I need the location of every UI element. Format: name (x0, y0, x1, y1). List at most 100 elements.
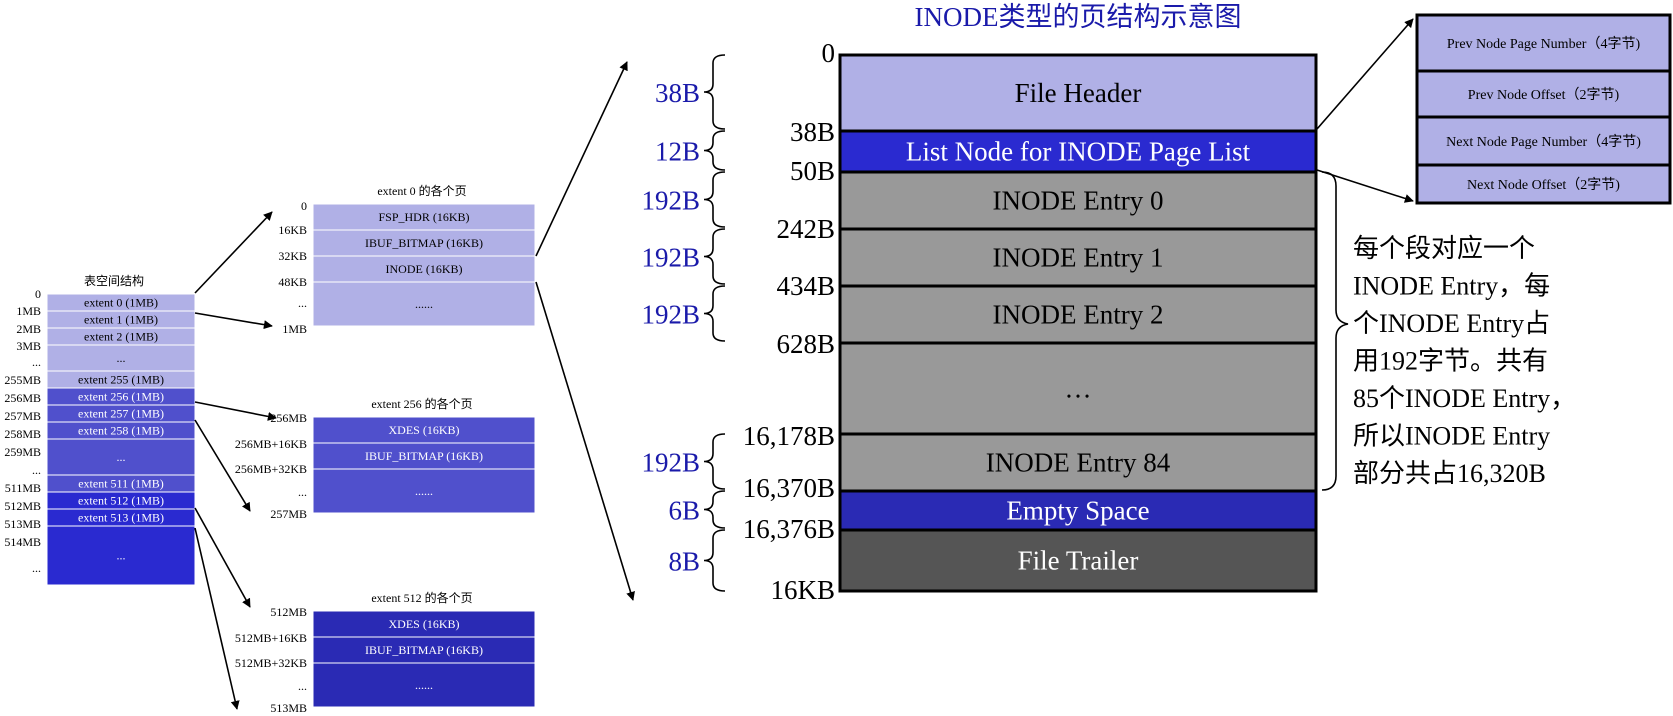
page-size-brace (703, 54, 726, 130)
arrow-inode-to-page-bottom (535, 281, 635, 601)
page-size-label: 192B (641, 243, 700, 273)
inode-entries-note: 每个段对应一个 INODE Entry，每个INODE Entry占用192字节。… (1353, 234, 1576, 488)
page-offset: 628B (776, 329, 835, 359)
page-size-brace (703, 171, 726, 228)
extent-page-label: ...... (415, 297, 433, 311)
extent-page-offset: 512MB+32KB (235, 656, 307, 670)
tablespace-row-label: extent 257 (1MB) (78, 407, 164, 421)
page-row-label: List Node for INODE Page List (906, 137, 1251, 167)
tablespace-row-label: ... (117, 351, 126, 365)
page-size-brace (703, 433, 726, 490)
page-size-label: 6B (668, 496, 700, 526)
note-line: 85个INODE Entry， (1353, 384, 1576, 413)
extent-page-label: IBUF_BITMAP (16KB) (365, 236, 483, 250)
tablespace-offset: 257MB (4, 409, 41, 423)
tablespace-offset-labels: 0 1MB 2MB 3MB... 255MB 256MB 257MB 258MB 259MB..… (4, 287, 41, 575)
extent-page-offset: 513MB (270, 701, 307, 715)
inode-page-rows: File Header List Node for INODE Page List… (838, 53, 1318, 593)
tablespace-row-label: extent 512 (1MB) (78, 494, 164, 508)
extent-page-offset: ... (298, 296, 307, 310)
page-size-label: 12B (655, 137, 700, 167)
arrow-extent512-to-pages-top (194, 507, 251, 608)
extent-page-offset: 0 (301, 199, 307, 213)
page-size-brace (703, 529, 726, 592)
tablespace-offset: 255MB (4, 373, 41, 387)
extent-256-title: extent 256 的各个页 (371, 396, 472, 411)
tablespace-row-label: extent 0 (1MB) (84, 296, 158, 310)
extent-page-label: XDES (16KB) (389, 423, 460, 437)
page-offset: 16,376B (743, 514, 835, 544)
tablespace-row-label: extent 1 (1MB) (84, 313, 158, 327)
diagram-svg: 表空间结构 extent 0 (1MB)extent 1 (1MB)extent… (4, 2, 1672, 715)
page-size-label: 192B (641, 448, 700, 478)
page-size-brace (703, 130, 726, 171)
page-size-brace (703, 490, 726, 529)
tablespace-offset: 3MB (16, 339, 41, 353)
page-offset: 434B (776, 271, 835, 301)
page-offset: 16,370B (743, 473, 835, 503)
page-row-label: Empty Space (1006, 496, 1149, 526)
page-offset: 242B (776, 214, 835, 244)
tablespace-offset: 0 (35, 287, 41, 301)
tablespace-row-label: extent 511 (1MB) (78, 477, 164, 491)
tablespace-row-label: extent 256 (1MB) (78, 390, 164, 404)
tablespace-offset: 259MB (4, 445, 41, 459)
extent-page-label: ...... (415, 484, 433, 498)
tablespace-row-label: ... (117, 450, 126, 464)
page-row-label: File Trailer (1018, 546, 1139, 576)
tablespace-row-label: extent 513 (1MB) (78, 511, 164, 525)
extent-512-title: extent 512 的各个页 (371, 590, 472, 605)
arrow-listnode-to-fields-top (1316, 18, 1414, 130)
note-line: 所以INODE Entry (1353, 422, 1550, 451)
extent-page-offset: ... (298, 679, 307, 693)
extent-page-label: FSP_HDR (16KB) (378, 210, 469, 224)
extent-page-label: IBUF_BITMAP (16KB) (365, 643, 483, 657)
page-size-label: 8B (668, 547, 700, 577)
tablespace-offset: 256MB (4, 391, 41, 405)
arrow-extent0-to-pages-top (194, 211, 273, 294)
extent-page-offset: 48KB (278, 275, 307, 289)
tablespace-row-label: extent 2 (1MB) (84, 330, 158, 344)
page-size-brace (703, 228, 726, 285)
tablespace-offset: 1MB (16, 304, 41, 318)
note-line: 用192字节。共有 (1353, 347, 1548, 376)
tablespace-row-label: extent 255 (1MB) (78, 373, 164, 387)
page-row-label: INODE Entry 84 (986, 448, 1171, 478)
note-line: 部分共占16,320B (1353, 459, 1546, 488)
extent-page-offset: 512MB (270, 605, 307, 619)
extent-page-label: INODE (16KB) (386, 262, 463, 276)
extent-page-offset: 32KB (278, 249, 307, 263)
list-node-field-label: Next Node Page Number（4字节) (1446, 134, 1641, 150)
page-offset: 16KB (770, 575, 835, 605)
inode-page-title: INODE类型的页结构示意图 (915, 2, 1242, 32)
arrow-inode-to-page-top (535, 61, 628, 257)
inode-entries-brace (1321, 171, 1349, 491)
inode-page-offset-labels: 0 38B 50B 242B 434B 628B 16,178B 16,370B 16,376B… (743, 38, 835, 605)
list-node-field-label: Prev Node Page Number（4字节) (1447, 36, 1641, 52)
inode-page-structure-diagram: 表空间结构 extent 0 (1MB) extent 1 (1MB) extent… (0, 0, 1673, 716)
extent-0-title: extent 0 的各个页 (377, 183, 466, 198)
page-row-label: File Header (1015, 78, 1142, 108)
page-offset: 38B (790, 117, 835, 147)
extent-0-pages: extent 0 的各个页 FSP_HDR (16KB) IBUF_BITMAP … (278, 183, 536, 336)
page-row-label: INODE Entry 0 (993, 186, 1164, 216)
page-row-label: INODE Entry 1 (993, 243, 1164, 273)
tablespace-offset: 514MB (4, 535, 41, 549)
tablespace-row-label: ... (117, 549, 126, 563)
extent-page-offset: 16KB (278, 223, 307, 237)
note-line: 每个段对应一个 (1353, 234, 1535, 263)
list-node-fields: Prev Node Page Number（4字节) Prev Node Offs… (1415, 13, 1672, 205)
extent-page-label: XDES (16KB) (389, 617, 460, 631)
page-row-label: INODE Entry 2 (993, 300, 1164, 330)
extent-page-label: IBUF_BITMAP (16KB) (365, 449, 483, 463)
tablespace-offset: ... (32, 355, 41, 369)
extent-page-label: ...... (415, 678, 433, 692)
tablespace-offset: 258MB (4, 427, 41, 441)
extent-page-offset: 256MB+16KB (235, 437, 307, 451)
inode-page-size-braces (703, 54, 726, 592)
inode-page-size-labels: 38B 12B 192B 192B 192B 192B 6B 8B (641, 78, 700, 577)
page-offset: 0 (822, 38, 836, 68)
extent-page-offset: 256MB+32KB (235, 462, 307, 476)
page-size-label: 38B (655, 78, 700, 108)
tablespace-row-label: extent 258 (1MB) (78, 424, 164, 438)
